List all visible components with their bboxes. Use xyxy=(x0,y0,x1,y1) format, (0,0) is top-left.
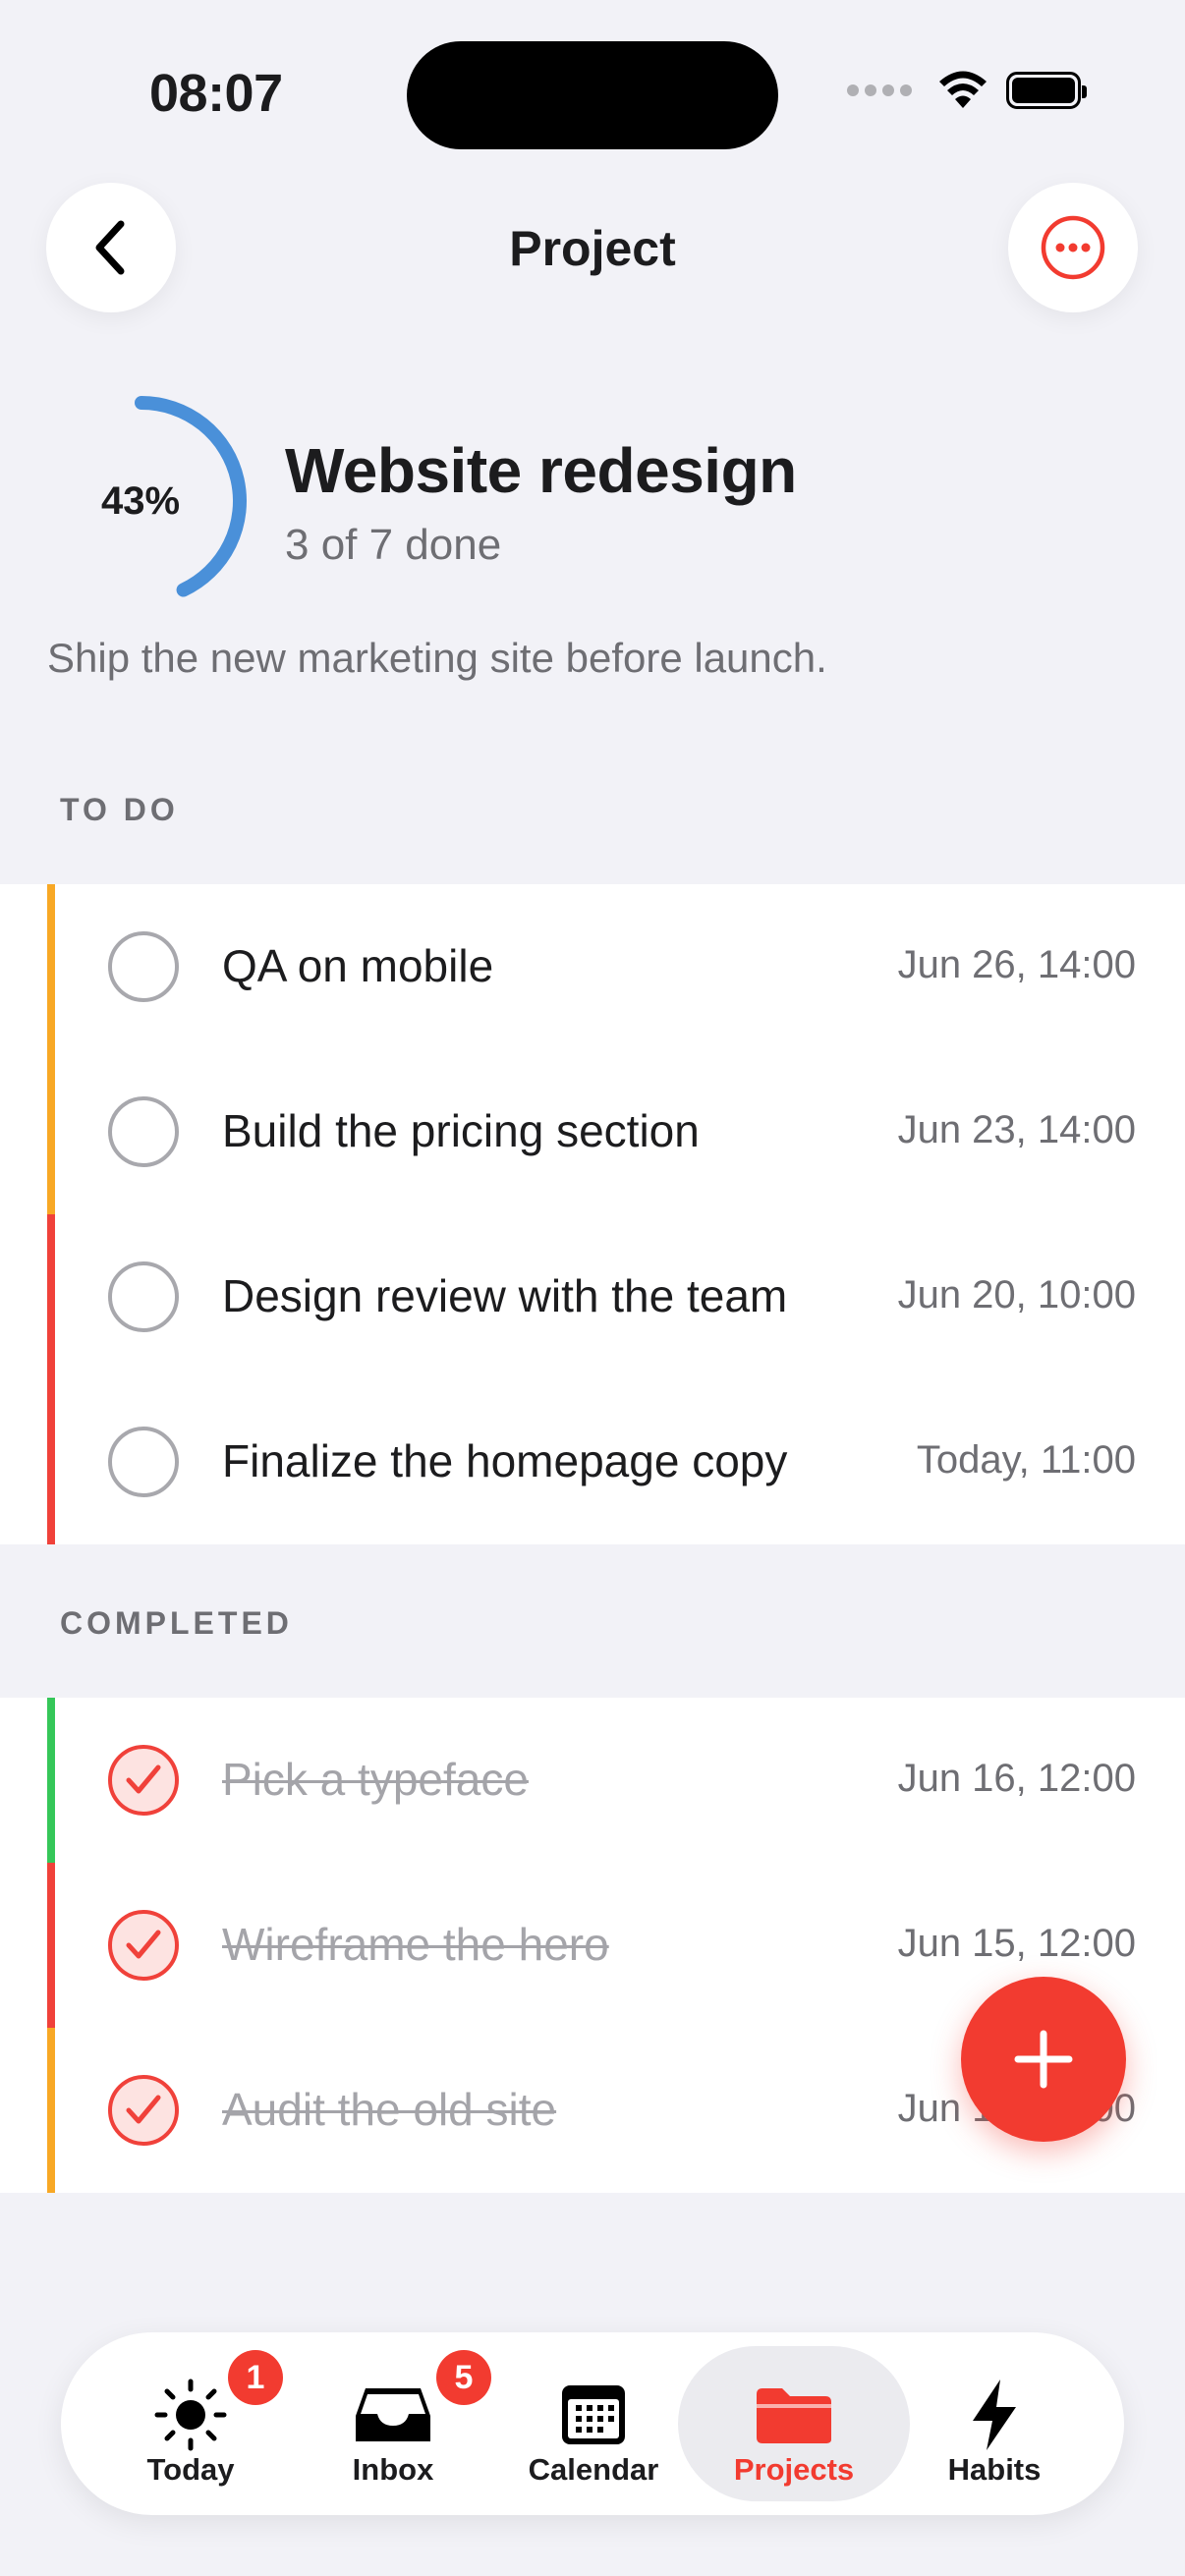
nav-bar: Project xyxy=(0,183,1185,314)
task-checkbox[interactable] xyxy=(108,1096,179,1167)
project-progress-count: 3 of 7 done xyxy=(285,521,502,569)
task-row[interactable]: Build the pricing section Jun 23, 14:00 xyxy=(0,1049,1185,1214)
tab-label: Inbox xyxy=(352,2452,434,2487)
task-row[interactable]: Design review with the team Jun 20, 10:0… xyxy=(0,1214,1185,1379)
task-row[interactable]: Pick a typeface Jun 16, 12:00 xyxy=(0,1698,1185,1863)
ellipsis-circle-icon xyxy=(1041,215,1105,280)
task-title: Audit the old site xyxy=(222,2084,557,2135)
dynamic-island xyxy=(407,41,778,149)
tab-habits[interactable]: Habits xyxy=(878,2346,1110,2501)
checkmark-icon xyxy=(126,2095,161,2124)
tab-inbox[interactable]: 5 Inbox xyxy=(277,2346,509,2501)
priority-indicator xyxy=(47,1049,55,1214)
calendar-icon xyxy=(562,2385,625,2444)
tab-label: Projects xyxy=(733,2452,855,2487)
battery-icon xyxy=(1006,72,1087,109)
project-header: 43% Website redesign 3 of 7 done xyxy=(47,393,1128,609)
project-description: Ship the new marketing site before launc… xyxy=(47,635,827,681)
inbox-tray-icon xyxy=(356,2388,430,2441)
progress-ring: 43% xyxy=(47,393,247,609)
task-title: QA on mobile xyxy=(222,940,494,991)
task-title: Wireframe the hero xyxy=(222,1919,609,1970)
priority-indicator xyxy=(47,1379,55,1544)
status-bar: 08:07 xyxy=(0,0,1185,187)
checkmark-icon xyxy=(126,1930,161,1959)
task-checkbox[interactable] xyxy=(108,931,179,1002)
task-due-date: Jun 15, 12:00 xyxy=(897,1922,1136,1965)
add-task-button[interactable] xyxy=(961,1977,1126,2142)
todo-list: QA on mobile Jun 26, 14:00 Build the pri… xyxy=(0,884,1185,1544)
task-title: Finalize the homepage copy xyxy=(222,1435,788,1486)
task-checkbox[interactable] xyxy=(108,1261,179,1332)
task-checkbox-checked[interactable] xyxy=(108,1910,179,1981)
section-header-completed: COMPLETED xyxy=(60,1605,293,1641)
task-due-date: Jun 20, 10:00 xyxy=(897,1273,1136,1316)
folder-icon xyxy=(757,2388,831,2443)
sun-icon xyxy=(154,2379,227,2451)
task-title: Pick a typeface xyxy=(222,1754,529,1805)
tab-calendar[interactable]: Calendar xyxy=(478,2346,709,2501)
task-checkbox-checked[interactable] xyxy=(108,1745,179,1816)
task-title: Build the pricing section xyxy=(222,1105,700,1156)
today-badge: 1 xyxy=(228,2350,283,2405)
progress-percentage: 43% xyxy=(100,479,181,523)
task-due-date: Jun 26, 14:00 xyxy=(897,943,1136,986)
tab-today[interactable]: 1 Today xyxy=(75,2346,307,2501)
section-header-todo: TO DO xyxy=(60,792,179,827)
task-checkbox[interactable] xyxy=(108,1427,179,1497)
tab-label: Calendar xyxy=(528,2452,659,2487)
project-title: Website redesign xyxy=(285,435,797,506)
tab-label: Today xyxy=(146,2452,235,2487)
plus-icon xyxy=(1014,2030,1073,2089)
task-row[interactable]: Finalize the homepage copy Today, 11:00 xyxy=(0,1379,1185,1544)
priority-indicator xyxy=(47,884,55,1049)
priority-indicator xyxy=(47,2028,55,2193)
task-row[interactable]: QA on mobile Jun 26, 14:00 xyxy=(0,884,1185,1049)
checkmark-icon xyxy=(126,1764,161,1794)
priority-indicator xyxy=(47,1698,55,1863)
status-time: 08:07 xyxy=(149,64,283,123)
status-icons xyxy=(847,71,1087,110)
cellular-signal-icon xyxy=(847,84,912,96)
tab-bar: 1 Today 5 Inbox Calendar Projects Habits xyxy=(61,2332,1124,2515)
tab-label: Habits xyxy=(947,2452,1042,2487)
task-title: Design review with the team xyxy=(222,1270,788,1321)
priority-indicator xyxy=(47,1863,55,2028)
wifi-icon xyxy=(939,71,987,108)
task-due-date: Jun 23, 14:00 xyxy=(897,1108,1136,1151)
priority-indicator xyxy=(47,1214,55,1379)
tab-projects[interactable]: Projects xyxy=(678,2346,910,2501)
task-checkbox-checked[interactable] xyxy=(108,2075,179,2146)
bolt-icon xyxy=(973,2380,1016,2450)
task-due-date: Today, 11:00 xyxy=(916,1438,1136,1482)
more-options-button[interactable] xyxy=(1008,183,1138,312)
task-due-date: Jun 16, 12:00 xyxy=(897,1757,1136,1800)
